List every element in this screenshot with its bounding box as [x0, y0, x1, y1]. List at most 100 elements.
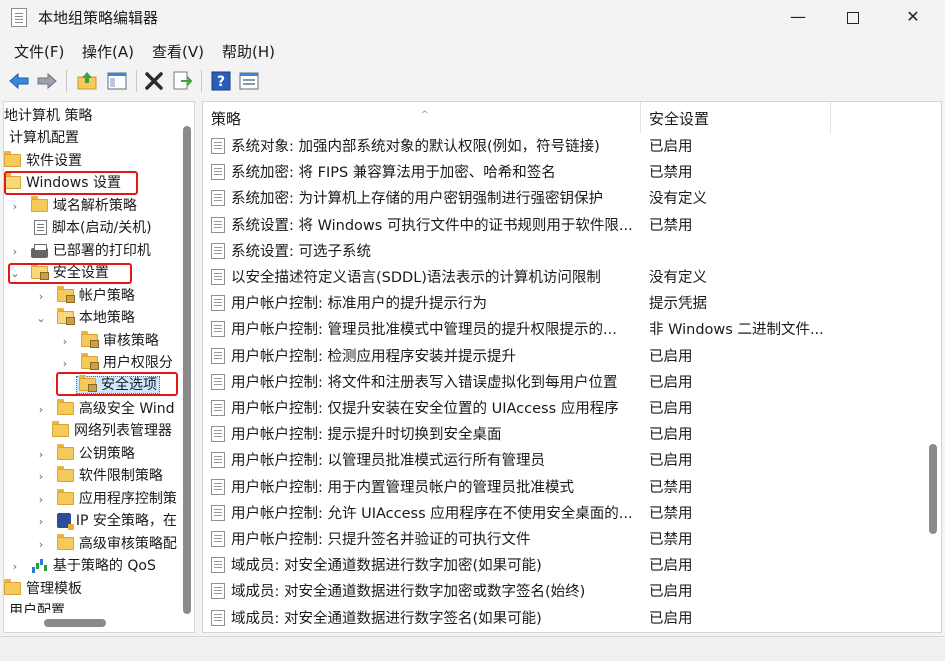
tree-vertical-scrollbar[interactable] [179, 102, 194, 614]
close-button[interactable]: ✕ [890, 0, 936, 36]
policy-row[interactable]: 系统设置: 可选子系统 [203, 239, 923, 265]
tree-item-ip-security[interactable]: › IP 安全策略，在 [34, 510, 177, 532]
tree-item-label: 审核策略 [102, 333, 159, 349]
policy-name-cell: 系统对象: 加强内部系统对象的默认权限(例如，符号链接) [211, 134, 639, 160]
chevron-right-icon[interactable]: › [34, 399, 48, 421]
policy-name-cell: 系统加密: 为计算机上存储的用户密钥强制进行强密钥保护 [211, 186, 639, 212]
policy-row[interactable]: 用户帐户控制: 只提升签名并验证的可执行文件 已禁用 [203, 527, 923, 553]
chevron-right-icon[interactable]: › [34, 511, 48, 533]
policy-name-cell: 用户帐户控制: 只提升签名并验证的可执行文件 [211, 527, 639, 553]
tree-item-label: 应用程序控制策 [78, 491, 177, 507]
chevron-right-icon[interactable]: › [34, 466, 48, 488]
policy-icon [211, 583, 225, 600]
window-title: 本地组策略编辑器 [38, 9, 159, 27]
up-folder-icon[interactable] [76, 70, 98, 92]
policy-icon [211, 478, 225, 495]
policy-row[interactable]: 用户帐户控制: 管理员批准模式中管理员的提升权限提示的... 非 Windows … [203, 317, 923, 343]
minimize-button[interactable]: — [775, 0, 821, 36]
show-hide-tree-icon[interactable] [106, 70, 128, 92]
chevron-right-icon[interactable]: › [8, 556, 22, 578]
policy-row[interactable]: 用户帐户控制: 将文件和注册表写入错误虚拟化到每用户位置 已启用 [203, 370, 923, 396]
tree-item-dns-policy[interactable]: › 域名解析策略 [8, 195, 137, 217]
policy-row[interactable]: 域成员: 对安全通道数据进行数字签名(如果可能) 已启用 [203, 606, 923, 632]
toolbar-separator [66, 70, 67, 92]
scrollbar-thumb[interactable] [929, 444, 937, 534]
security-setting-value: 已禁用 [649, 532, 693, 548]
tree-item-software-restriction[interactable]: › 软件限制策略 [34, 465, 163, 487]
tree-item-scripts[interactable]: 脚本(启动/关机) [34, 217, 152, 239]
export-list-icon[interactable] [171, 70, 193, 92]
scrollbar-thumb[interactable] [183, 126, 191, 614]
menu-help[interactable]: 帮助(H) [222, 41, 275, 62]
tree-item-local-policies[interactable]: ⌄ 本地策略 [34, 307, 135, 329]
tree-item-admin-templates[interactable]: 管理模板 [4, 578, 82, 600]
policy-name: 域成员: 对安全通道数据进行数字签名(如果可能) [231, 610, 542, 627]
folder-icon [4, 151, 21, 167]
tree-item-account-policies[interactable]: › 帐户策略 [34, 285, 135, 307]
back-arrow-icon[interactable] [8, 70, 30, 92]
tree-item-advanced-firewall[interactable]: › 高级安全 Wind [34, 398, 175, 420]
policy-name-cell: 用户帐户控制: 允许 UIAccess 应用程序在不使用安全桌面的... [211, 501, 639, 527]
menu-action[interactable]: 操作(A) [82, 41, 134, 62]
tree-item-qos[interactable]: › 基于策略的 QoS [8, 555, 156, 577]
policy-row[interactable]: 系统加密: 为计算机上存储的用户密钥强制进行强密钥保护 没有定义 [203, 186, 923, 212]
chevron-right-icon[interactable]: › [34, 489, 48, 511]
policy-name: 用户帐户控制: 提示提升时切换到安全桌面 [231, 427, 502, 444]
policy-row[interactable]: 系统设置: 将 Windows 可执行文件中的证书规则用于软件限... 已禁用 [203, 213, 923, 239]
delete-icon[interactable] [143, 70, 165, 92]
chevron-right-icon[interactable]: › [34, 534, 48, 556]
policy-row[interactable]: 用户帐户控制: 检测应用程序安装并提示提升 已启用 [203, 344, 923, 370]
chevron-right-icon[interactable]: › [8, 196, 22, 218]
menu-view[interactable]: 查看(V) [152, 41, 204, 62]
chevron-right-icon[interactable]: › [8, 241, 22, 263]
policy-row[interactable]: 域成员: 对安全通道数据进行数字加密或数字签名(始终) 已启用 [203, 579, 923, 605]
tree-item-network-list-manager[interactable]: 网络列表管理器 [52, 420, 172, 442]
help-icon[interactable]: ? [210, 70, 232, 92]
chevron-right-icon[interactable]: › [58, 331, 72, 353]
tree-item-public-key-policies[interactable]: › 公钥策略 [34, 443, 135, 465]
column-header-setting[interactable]: 安全设置 [641, 102, 831, 134]
chevron-right-icon[interactable]: › [34, 444, 48, 466]
column-header-label: 安全设置 [649, 110, 710, 128]
policy-name-cell: 用户帐户控制: 用于内置管理员帐户的管理员批准模式 [211, 475, 639, 501]
tree-item-advanced-audit[interactable]: › 高级审核策略配 [34, 533, 177, 555]
policy-row[interactable]: 用户帐户控制: 标准用户的提升提示行为 提示凭据 [203, 291, 923, 317]
policy-name-cell: 域成员: 对安全通道数据进行数字加密或数字签名(始终) [211, 579, 639, 605]
properties-icon[interactable] [238, 70, 260, 92]
bar-chart-icon [31, 558, 48, 573]
menu-file[interactable]: 文件(F) [14, 41, 64, 62]
tree-item-computer-config[interactable]: 计算机配置 [9, 127, 79, 149]
policy-icon [211, 426, 225, 443]
tree-item-local-computer-policy[interactable]: 地计算机 策略 [4, 105, 92, 127]
security-folder-icon [80, 331, 99, 348]
status-bar [0, 636, 945, 661]
policy-row[interactable]: 用户帐户控制: 仅提升安装在安全位置的 UIAccess 应用程序 已启用 [203, 396, 923, 422]
maximize-button[interactable] [830, 0, 876, 36]
tree-item-deployed-printers[interactable]: › 已部署的打印机 [8, 240, 151, 262]
tree-item-label: 已部署的打印机 [52, 243, 151, 259]
highlight-box-security-settings [8, 263, 132, 284]
policy-name: 用户帐户控制: 仅提升安装在安全位置的 UIAccess 应用程序 [231, 401, 619, 417]
policy-row[interactable]: 系统对象: 加强内部系统对象的默认权限(例如，符号链接) 已启用 [203, 134, 923, 160]
policy-row[interactable]: 域成员: 对安全通道数据进行数字加密(如果可能) 已启用 [203, 553, 923, 579]
policy-row[interactable]: 用户帐户控制: 提示提升时切换到安全桌面 已启用 [203, 422, 923, 448]
tree-item-software-settings[interactable]: 软件设置 [4, 150, 82, 172]
tree-item-audit-policy[interactable]: › 审核策略 [58, 330, 159, 352]
forward-arrow-icon[interactable] [36, 70, 58, 92]
policy-row[interactable]: 用户帐户控制: 允许 UIAccess 应用程序在不使用安全桌面的... 已禁用 [203, 501, 923, 527]
policy-row[interactable]: 以安全描述符定义语言(SDDL)语法表示的计算机访问限制 没有定义 [203, 265, 923, 291]
policy-row[interactable]: 系统加密: 将 FIPS 兼容算法用于加密、哈希和签名 已禁用 [203, 160, 923, 186]
policy-name-cell: 用户帐户控制: 提示提升时切换到安全桌面 [211, 422, 639, 448]
tree-horizontal-scrollbar[interactable] [4, 613, 179, 632]
column-header-policy[interactable]: ^ 策略 [203, 102, 641, 134]
security-setting-value: 没有定义 [649, 191, 707, 208]
tree-item-user-rights[interactable]: › 用户权限分 [58, 352, 173, 374]
policy-row[interactable]: 用户帐户控制: 以管理员批准模式运行所有管理员 已启用 [203, 448, 923, 474]
policy-row[interactable]: 用户帐户控制: 用于内置管理员帐户的管理员批准模式 已禁用 [203, 475, 923, 501]
list-vertical-scrollbar[interactable] [925, 102, 941, 632]
scrollbar-thumb[interactable] [44, 619, 106, 627]
security-setting-value: 已启用 [649, 558, 693, 575]
tree-item-app-control[interactable]: › 应用程序控制策 [34, 488, 177, 510]
chevron-down-icon[interactable]: ⌄ [34, 308, 48, 330]
chevron-right-icon[interactable]: › [34, 286, 48, 308]
